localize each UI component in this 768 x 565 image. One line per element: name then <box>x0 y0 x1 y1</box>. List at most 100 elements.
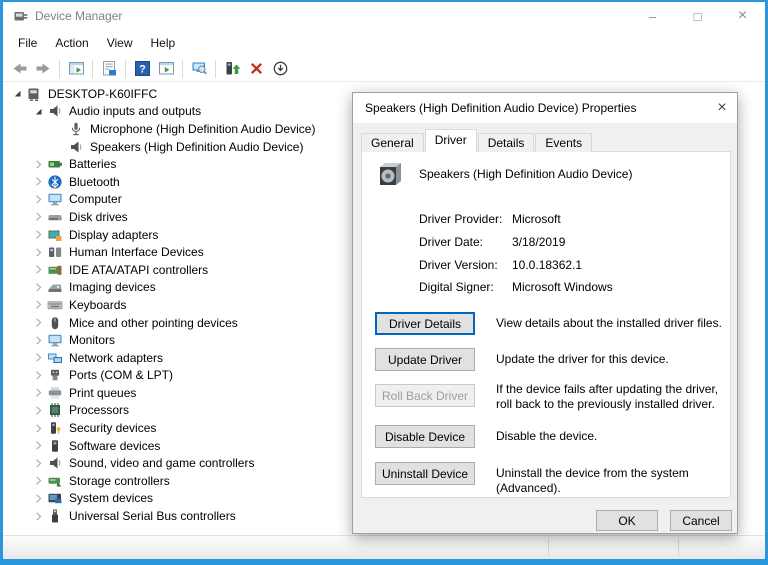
printer-icon <box>46 385 64 401</box>
chevron-right-icon[interactable] <box>30 299 46 311</box>
tree-item-label: Monitors <box>69 333 116 348</box>
uninstall-device-button[interactable]: Uninstall Device <box>375 462 475 485</box>
action-description: Update the driver for this device. <box>496 352 669 366</box>
toolbar-uninstall-button[interactable] <box>244 58 268 80</box>
tree-item-label: Microphone (High Definition Audio Device… <box>90 121 316 136</box>
security-icon <box>46 420 64 436</box>
tree-item-label: Sound, video and game controllers <box>69 456 255 471</box>
toolbar-action-pane-button[interactable] <box>154 58 178 80</box>
toolbar-separator <box>59 59 60 78</box>
maximize-button[interactable]: □ <box>675 2 720 30</box>
keyboard-icon <box>46 297 64 313</box>
chevron-right-icon[interactable] <box>30 246 46 258</box>
chevron-right-icon[interactable] <box>30 475 46 487</box>
toolbar-disable-button[interactable] <box>268 58 292 80</box>
info-value: Microsoft <box>512 212 561 226</box>
disable-device-button[interactable]: Disable Device <box>375 425 475 448</box>
usb-icon <box>46 508 64 524</box>
toolbar-properties-button[interactable] <box>97 58 121 80</box>
menu-file[interactable]: File <box>9 32 46 54</box>
chevron-right-icon[interactable] <box>30 369 46 381</box>
forward-icon <box>35 60 52 77</box>
info-label: Driver Provider: <box>419 212 503 226</box>
monitor-icon <box>46 332 64 348</box>
monitor-icon <box>46 191 64 207</box>
title-bar: Device Manager – □ × <box>3 2 765 30</box>
minimize-button[interactable]: – <box>630 2 675 30</box>
tab-general[interactable]: General <box>361 133 424 152</box>
info-label: Driver Date: <box>419 235 484 249</box>
tab-driver[interactable]: Driver <box>424 129 477 152</box>
action-description: Disable the device. <box>496 429 598 443</box>
ok-button[interactable]: OK <box>596 510 658 531</box>
chevron-right-icon[interactable] <box>30 510 46 522</box>
tab-details[interactable]: Details <box>477 133 535 152</box>
display-icon <box>46 227 64 243</box>
chevron-right-icon[interactable] <box>30 422 46 434</box>
menu-view[interactable]: View <box>98 32 142 54</box>
action-description: View details about the installed driver … <box>496 316 722 330</box>
driver-details-button[interactable]: Driver Details <box>375 312 475 335</box>
menu-bar: File Action View Help <box>3 30 765 56</box>
cancel-button[interactable]: Cancel <box>670 510 732 531</box>
tree-item-label: System devices <box>69 491 154 506</box>
device-manager-icon <box>13 8 29 24</box>
chevron-right-icon[interactable] <box>30 193 46 205</box>
info-value: 10.0.18362.1 <box>512 258 583 272</box>
disk-icon <box>46 209 64 225</box>
dialog-title-bar: Speakers (High Definition Audio Device) … <box>353 93 737 123</box>
toolbar-separator <box>92 59 93 78</box>
toolbar-back-button[interactable] <box>7 58 31 80</box>
tree-item-label: Print queues <box>69 385 137 400</box>
window-title: Device Manager <box>35 9 123 23</box>
chevron-right-icon[interactable] <box>30 229 46 241</box>
update-driver-button[interactable]: Update Driver <box>375 348 475 371</box>
chevron-right-icon[interactable] <box>30 440 46 452</box>
tree-item-label: Display adapters <box>69 227 159 242</box>
imaging-icon <box>46 279 64 295</box>
chevron-right-icon[interactable] <box>30 317 46 329</box>
dialog-close-button[interactable]: × <box>707 93 737 123</box>
tree-item-label: Batteries <box>69 157 117 172</box>
help-icon: ? <box>134 60 151 77</box>
driver-tab-page: Speakers (High Definition Audio Device) … <box>361 151 731 498</box>
ide-icon <box>46 262 64 278</box>
tree-item-label: Computer <box>69 192 122 207</box>
chevron-right-icon[interactable] <box>30 404 46 416</box>
software-icon <box>46 438 64 454</box>
toolbar-help-button[interactable]: ? <box>130 58 154 80</box>
chevron-right-icon[interactable] <box>30 352 46 364</box>
toolbar-scan-hardware-button[interactable] <box>187 58 211 80</box>
toolbar: ? <box>3 56 765 82</box>
info-label: Driver Version: <box>419 258 498 272</box>
tree-item-label: Human Interface Devices <box>69 245 204 260</box>
menu-help[interactable]: Help <box>142 32 185 54</box>
chevron-right-icon[interactable] <box>30 492 46 504</box>
status-bar <box>3 535 765 559</box>
menu-action[interactable]: Action <box>46 32 97 54</box>
toolbar-forward-button[interactable] <box>31 58 55 80</box>
chevron-right-icon[interactable] <box>30 281 46 293</box>
console-tree-icon <box>68 60 85 77</box>
chevron-right-icon[interactable] <box>30 457 46 469</box>
chevron-right-icon[interactable] <box>30 387 46 399</box>
chevron-right-icon[interactable] <box>30 334 46 346</box>
close-button[interactable]: × <box>720 2 765 30</box>
chevron-right-icon[interactable] <box>30 176 46 188</box>
tree-item-label: DESKTOP-K60IFFC <box>48 86 158 101</box>
tab-events[interactable]: Events <box>535 133 593 152</box>
chevron-down-icon[interactable] <box>30 105 46 117</box>
mouse-icon <box>46 315 64 331</box>
chevron-right-icon[interactable] <box>30 158 46 170</box>
speakers-properties-dialog: Speakers (High Definition Audio Device) … <box>352 92 738 534</box>
tree-item-label: Network adapters <box>69 350 164 365</box>
toolbar-update-driver-button[interactable] <box>220 58 244 80</box>
update-driver-icon <box>224 60 241 77</box>
chevron-down-icon[interactable] <box>9 88 25 100</box>
chevron-right-icon[interactable] <box>30 211 46 223</box>
storage-icon <box>46 473 64 489</box>
toolbar-console-tree-button[interactable] <box>64 58 88 80</box>
chevron-right-icon[interactable] <box>30 264 46 276</box>
